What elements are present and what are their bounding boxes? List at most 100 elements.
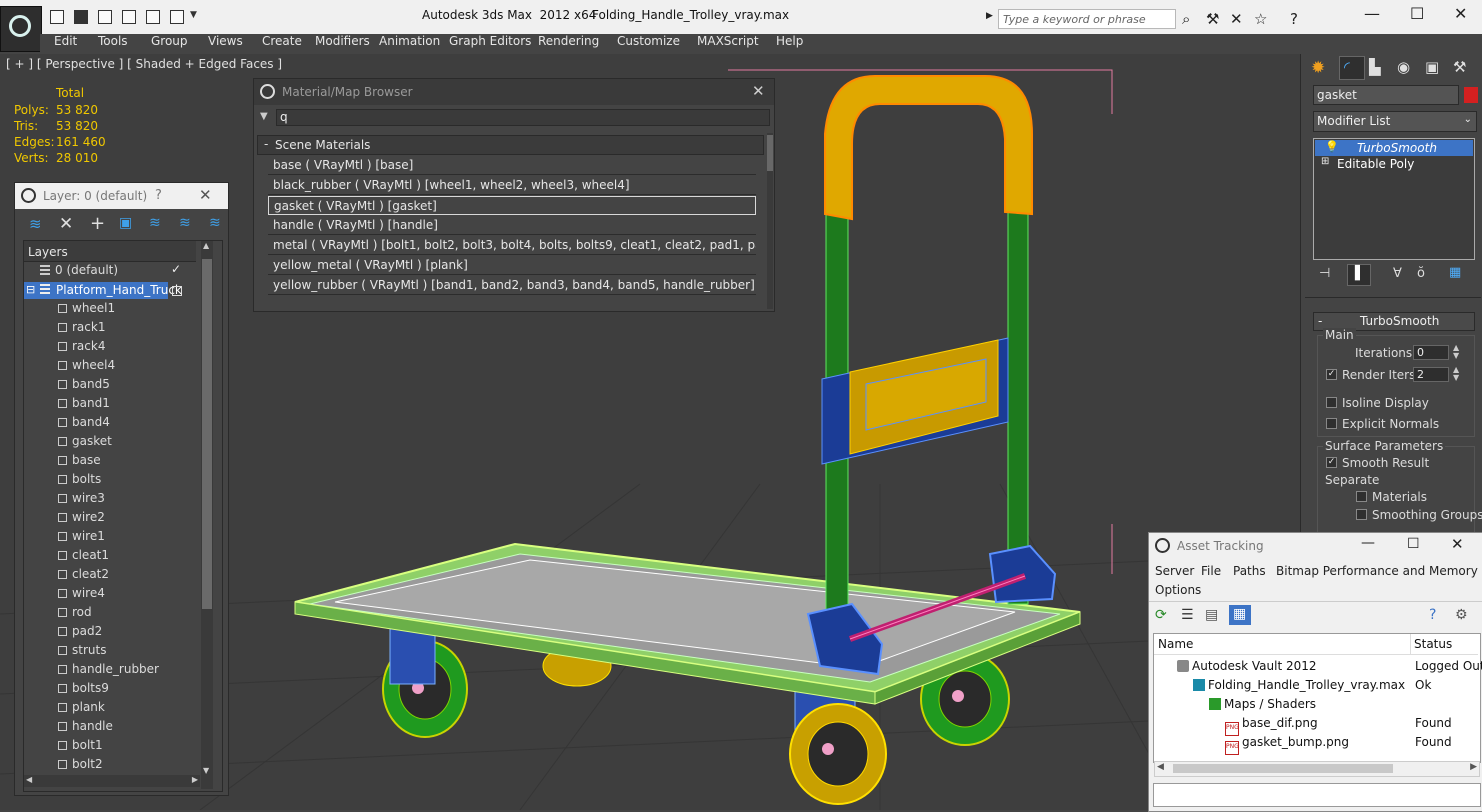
search-options-icon[interactable]: ▼ bbox=[260, 111, 268, 122]
scene-materials-header[interactable]: - Scene Materials bbox=[257, 135, 764, 155]
layer-object[interactable]: wire4 bbox=[58, 586, 105, 600]
column-name[interactable]: Name bbox=[1158, 637, 1193, 651]
spinner-down-icon[interactable]: ▼ bbox=[1453, 373, 1459, 382]
layer-object[interactable]: base bbox=[58, 453, 101, 467]
material-browser-scrollbar[interactable] bbox=[767, 133, 773, 309]
delete-layer-icon[interactable]: ✕ bbox=[59, 214, 73, 234]
object-color-swatch[interactable] bbox=[1464, 87, 1478, 103]
layer-object[interactable]: rod bbox=[58, 605, 92, 619]
object-name-input[interactable]: gasket bbox=[1313, 85, 1459, 105]
close-icon[interactable]: ✕ bbox=[199, 186, 212, 204]
menu-views[interactable]: Views bbox=[208, 34, 243, 48]
binoculars-icon[interactable]: ⌕ bbox=[1182, 10, 1190, 28]
collapse-icon[interactable]: - bbox=[264, 137, 268, 151]
separate-smoothing-groups-checkbox[interactable] bbox=[1356, 509, 1367, 520]
material-item-base[interactable]: base ( VRayMtl ) [base] bbox=[268, 156, 756, 175]
separate-materials-checkbox[interactable] bbox=[1356, 491, 1367, 502]
layer-object[interactable]: rack4 bbox=[58, 339, 105, 353]
expand-icon[interactable]: ⊞ bbox=[1321, 156, 1329, 167]
layer-object[interactable]: bolt1 bbox=[58, 738, 103, 752]
project-folder-icon[interactable] bbox=[146, 10, 160, 24]
maximize-icon[interactable]: ☐ bbox=[1410, 4, 1424, 23]
modify-tab[interactable]: ◜ bbox=[1339, 56, 1365, 80]
freeze-all-icon[interactable]: ≋ bbox=[209, 215, 221, 231]
collapse-icon[interactable]: - bbox=[1318, 314, 1322, 328]
material-browser-titlebar[interactable]: Material/Map Browser ✕ bbox=[254, 79, 774, 105]
layer-object[interactable]: gasket bbox=[58, 434, 112, 448]
refresh-icon[interactable]: ⟳ bbox=[1155, 607, 1167, 623]
layers-column-header[interactable]: Layers bbox=[24, 241, 196, 262]
layer-object[interactable]: handle_rubber bbox=[58, 662, 159, 676]
menu-animation[interactable]: Animation bbox=[379, 34, 440, 48]
add-to-layer-icon[interactable]: + bbox=[90, 213, 105, 234]
material-item-yellow-metal[interactable]: yellow_metal ( VRayMtl ) [plank] bbox=[268, 256, 756, 275]
menu-edit[interactable]: Edit bbox=[54, 34, 77, 48]
isoline-display-checkbox[interactable] bbox=[1326, 397, 1337, 408]
search-expand-icon[interactable]: ▶ bbox=[986, 11, 993, 21]
layer-list-hscroll[interactable]: ◀ ▶ bbox=[24, 775, 200, 787]
search-input[interactable]: Type a keyword or phrase bbox=[998, 9, 1176, 29]
layer-hide-toggle-icon[interactable] bbox=[172, 286, 182, 296]
layer-manager-titlebar[interactable]: Layer: 0 (default) ? ✕ bbox=[15, 183, 228, 209]
select-objects-icon[interactable]: ▣ bbox=[119, 215, 132, 231]
collapse-icon[interactable]: ⊟ bbox=[26, 283, 35, 296]
asset-row-max-file[interactable]: Folding_Handle_Trolley_vray.max Ok bbox=[1153, 676, 1479, 695]
layer-object[interactable]: band5 bbox=[58, 377, 110, 391]
layer-default[interactable]: 0 (default) bbox=[40, 263, 118, 277]
menu-create[interactable]: Create bbox=[262, 34, 302, 48]
layer-object[interactable]: wheel4 bbox=[58, 358, 115, 372]
app-logo-icon[interactable] bbox=[0, 6, 42, 52]
undo-icon[interactable] bbox=[98, 10, 112, 24]
smooth-result-checkbox[interactable]: ✓ bbox=[1326, 457, 1337, 468]
scroll-left-icon[interactable]: ◀ bbox=[1157, 762, 1164, 772]
spinner-down-icon[interactable]: ▼ bbox=[1453, 351, 1459, 360]
menu-rendering[interactable]: Rendering bbox=[538, 34, 599, 48]
menu-server[interactable]: Server bbox=[1155, 564, 1194, 578]
render-iters-checkbox[interactable]: ✓ bbox=[1326, 369, 1337, 380]
menu-options[interactable]: Options bbox=[1155, 583, 1201, 597]
asset-row-base-dif[interactable]: PNG base_dif.png Found bbox=[1153, 714, 1479, 736]
motion-tab-icon[interactable]: ◉ bbox=[1397, 58, 1410, 76]
menu-group[interactable]: Group bbox=[151, 34, 188, 48]
layer-object[interactable]: wire2 bbox=[58, 510, 105, 524]
hierarchy-tab-icon[interactable]: ▙ bbox=[1369, 58, 1381, 76]
display-tab-icon[interactable]: ▣ bbox=[1425, 58, 1439, 76]
close-icon[interactable]: ✕ bbox=[1454, 4, 1467, 23]
material-item-black-rubber[interactable]: black_rubber ( VRayMtl ) [wheel1, wheel2… bbox=[268, 176, 756, 195]
window-layout-icon[interactable] bbox=[170, 10, 184, 24]
asset-path-field[interactable] bbox=[1153, 783, 1481, 807]
show-end-result-button[interactable]: ▌ bbox=[1347, 264, 1371, 286]
layer-object[interactable]: cleat2 bbox=[58, 567, 109, 581]
layer-object[interactable]: wire1 bbox=[58, 529, 105, 543]
menu-tools[interactable]: Tools bbox=[98, 34, 128, 48]
asset-hscrollbar[interactable]: ◀ ▶ bbox=[1154, 761, 1480, 777]
menu-maxscript[interactable]: MAXScript bbox=[697, 34, 759, 48]
remove-modifier-icon[interactable]: ŏ bbox=[1417, 266, 1425, 281]
asset-row-maps[interactable]: Maps / Shaders bbox=[1153, 695, 1479, 714]
redo-icon[interactable] bbox=[122, 10, 136, 24]
maximize-icon[interactable]: ☐ bbox=[1407, 536, 1420, 552]
help-icon[interactable]: ? bbox=[155, 188, 162, 203]
help-icon[interactable]: ? bbox=[1290, 10, 1298, 28]
list-view-icon[interactable]: ☰ bbox=[1181, 607, 1194, 623]
viewport-label[interactable]: [ + ] [ Perspective ] [ Shaded + Edged F… bbox=[6, 57, 282, 71]
utilities-tab-icon[interactable]: ⚒ bbox=[1453, 58, 1466, 76]
close-icon[interactable]: ✕ bbox=[752, 82, 765, 100]
asset-row-gasket-bump[interactable]: PNG gasket_bump.png Found bbox=[1153, 733, 1479, 755]
iterations-spinner[interactable]: 0 bbox=[1413, 345, 1449, 360]
thumbnail-view-icon[interactable]: ▤ bbox=[1205, 607, 1218, 623]
menu-customize[interactable]: Customize bbox=[617, 34, 680, 48]
menu-paths[interactable]: Paths bbox=[1233, 564, 1266, 578]
layer-object[interactable]: band1 bbox=[58, 396, 110, 410]
quick-access-dropdown-icon[interactable]: ▼ bbox=[190, 10, 202, 24]
save-icon[interactable] bbox=[74, 10, 88, 24]
modifier-list-dropdown[interactable]: Modifier List ⌄ bbox=[1313, 111, 1477, 132]
menu-graph-editors[interactable]: Graph Editors bbox=[449, 34, 531, 48]
layer-object[interactable]: struts bbox=[58, 643, 106, 657]
layer-object[interactable]: pad2 bbox=[58, 624, 102, 638]
lightbulb-icon[interactable]: 💡 bbox=[1325, 140, 1339, 153]
layer-object[interactable]: cleat1 bbox=[58, 548, 109, 562]
scroll-right-icon[interactable]: ▶ bbox=[1470, 762, 1477, 772]
material-search-input[interactable]: q bbox=[276, 109, 770, 126]
pin-stack-icon[interactable]: ⊣ bbox=[1319, 266, 1330, 281]
